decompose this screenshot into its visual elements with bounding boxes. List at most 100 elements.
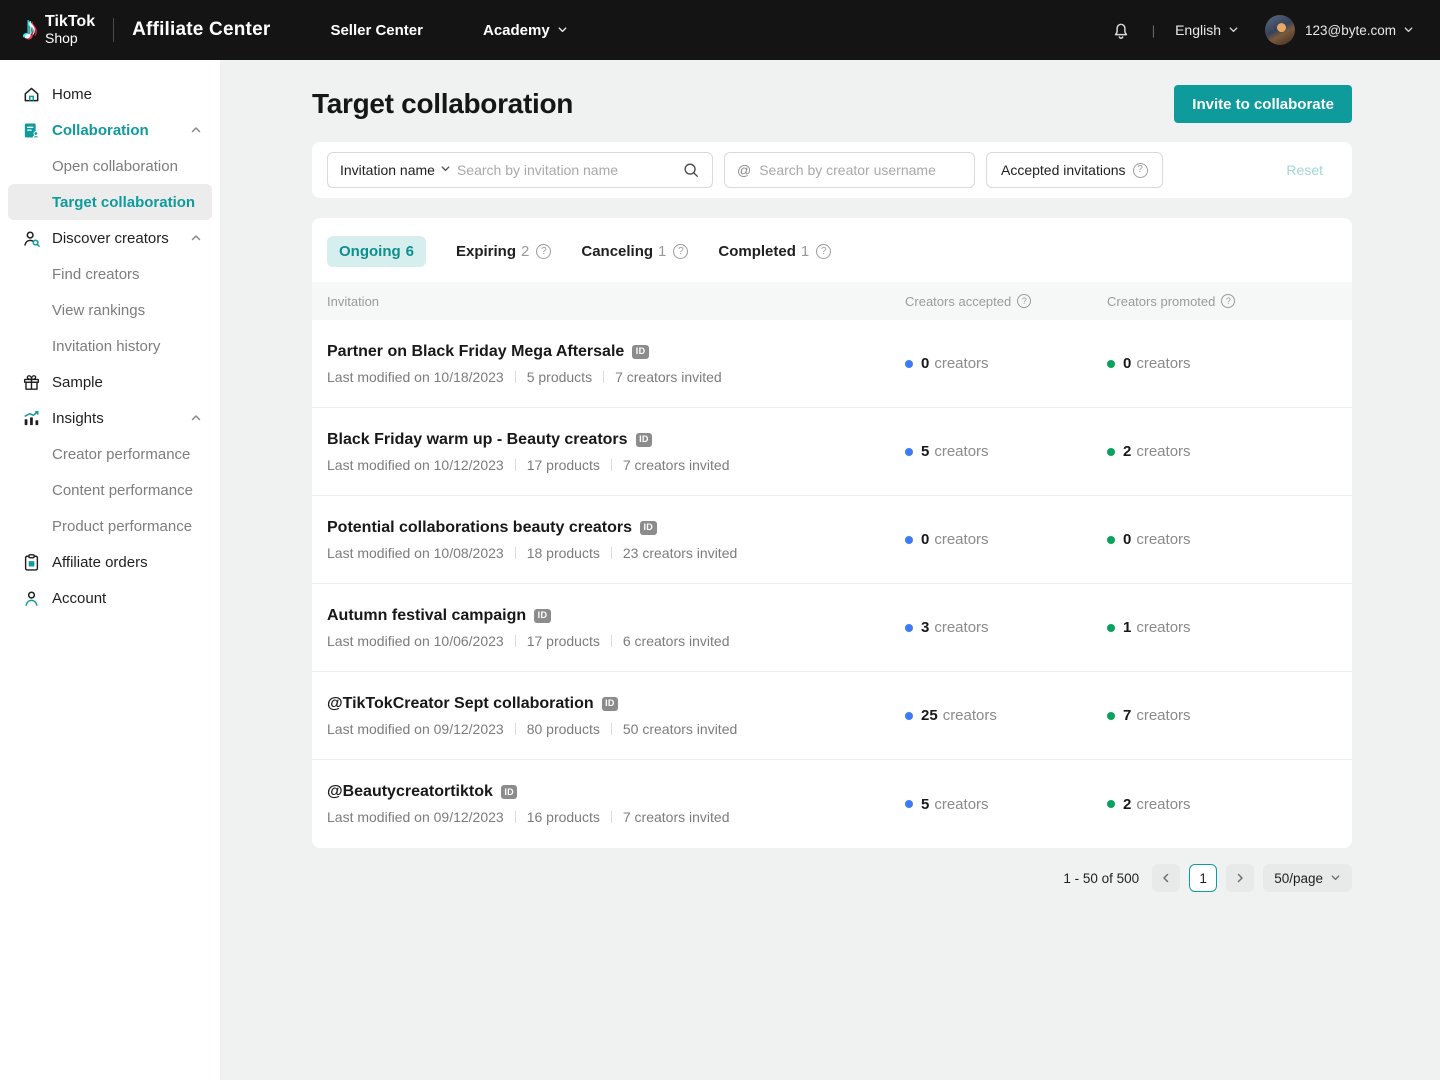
invitation-cell: Potential collaborations beauty creators…	[327, 519, 905, 561]
sidebar-item-home[interactable]: Home	[8, 76, 212, 112]
meta-divider	[610, 722, 612, 735]
sidebar-item-discover-creators[interactable]: Discover creators	[8, 220, 212, 256]
accepted-unit: creators	[942, 707, 997, 724]
id-badge-icon[interactable]: ID	[639, 520, 657, 535]
chevron-up-icon[interactable]	[190, 232, 202, 244]
accepted-dot-icon	[905, 623, 913, 632]
id-badge-icon[interactable]: ID	[635, 432, 653, 447]
promoted-dot-icon	[1107, 711, 1115, 720]
nav-academy-label: Academy	[482, 21, 550, 39]
promoted-dot-icon	[1107, 800, 1115, 808]
nav-academy[interactable]: Academy	[483, 22, 568, 39]
sidebar-item-target-collaboration[interactable]: Target collaboration	[8, 184, 212, 220]
table-row[interactable]: @TikTokCreator Sept collaboration ID Las…	[312, 672, 1352, 760]
brand-text: TikTok Shop	[45, 13, 95, 45]
account-icon	[22, 589, 41, 608]
language-selector[interactable]: English	[1175, 22, 1239, 38]
column-creators-accepted-label: Creators accepted	[905, 293, 1012, 309]
column-creators-promoted-label: Creators promoted	[1107, 293, 1216, 309]
reset-filters-link[interactable]: Reset	[1286, 162, 1323, 178]
invitation-meta: Last modified on 09/12/2023 16 products …	[327, 809, 905, 825]
header-pipe-divider: |	[1151, 22, 1156, 38]
column-creators-accepted: Creators accepted ?	[905, 294, 1107, 309]
help-icon[interactable]: ?	[816, 244, 832, 259]
id-badge-icon[interactable]: ID	[601, 696, 619, 711]
creator-username-search-group: @	[724, 152, 975, 188]
sidebar-item-label: Invitation history	[52, 337, 161, 355]
tab-canceling[interactable]: Canceling 1?	[581, 243, 689, 260]
meta-divider	[514, 811, 516, 823]
page-title: Target collaboration	[312, 88, 574, 119]
id-badge-icon[interactable]: ID	[534, 608, 551, 623]
creator-username-search-input[interactable]	[759, 162, 962, 178]
sidebar-item-view-rankings[interactable]: View rankings	[8, 292, 212, 328]
page-size-selector[interactable]: 50/page	[1263, 864, 1352, 892]
column-invitation: Invitation	[327, 294, 905, 309]
sidebar-item-label: Insights	[52, 409, 104, 427]
current-page-button[interactable]: 1	[1189, 864, 1218, 892]
header-divider	[113, 18, 115, 42]
creators-promoted-cell: 2 creators	[1107, 443, 1337, 460]
sidebar-item-find-creators[interactable]: Find creators	[8, 256, 212, 292]
sidebar-item-label: View rankings	[52, 301, 146, 319]
search-icon[interactable]	[682, 161, 700, 179]
help-icon[interactable]: ?	[1017, 294, 1032, 308]
sidebar-item-label: Collaboration	[52, 121, 149, 139]
sidebar-item-affiliate-orders[interactable]: Affiliate orders	[8, 544, 212, 580]
id-badge-icon[interactable]: ID	[632, 344, 649, 359]
table-row[interactable]: Partner on Black Friday Mega Aftersale I…	[312, 320, 1352, 408]
help-icon[interactable]: ?	[1221, 294, 1236, 308]
tab-ongoing[interactable]: Ongoing 6	[327, 236, 426, 267]
tab-count: 1	[658, 243, 667, 260]
previous-page-button[interactable]	[1152, 864, 1181, 892]
nav-seller-center[interactable]: Seller Center	[330, 22, 423, 39]
promoted-count: 1	[1123, 619, 1132, 636]
accepted-dot-icon	[905, 800, 913, 808]
avatar[interactable]	[1265, 15, 1295, 45]
meta-divider	[610, 811, 612, 823]
tab-expiring[interactable]: Expiring 2?	[456, 243, 552, 260]
id-badge-icon[interactable]: ID	[500, 785, 518, 799]
creators-promoted-cell: 0 creators	[1107, 355, 1337, 372]
table-row[interactable]: Black Friday warm up - Beauty creators I…	[312, 408, 1352, 496]
help-icon[interactable]: ?	[536, 244, 552, 259]
tiktok-shop-logo[interactable]: ♪ TikTok Shop	[22, 12, 95, 46]
invitation-name-search-input[interactable]	[456, 162, 676, 178]
last-modified: Last modified on 09/12/2023	[327, 809, 504, 825]
help-icon[interactable]: ?	[673, 244, 689, 259]
sidebar-item-invitation-history[interactable]: Invitation history	[8, 328, 212, 364]
sidebar-item-label: Creator performance	[52, 445, 191, 463]
creators-invited: 23 creators invited	[622, 544, 738, 561]
sidebar-nav: Home Collaboration Open collaboration Targe…	[0, 76, 220, 616]
creators-invited: 7 creators invited	[622, 809, 730, 825]
sidebar-item-creator-performance[interactable]: Creator performance	[8, 436, 212, 472]
chevron-up-icon[interactable]	[190, 412, 202, 424]
invitation-title: Potential collaborations beauty creators…	[327, 519, 905, 537]
sidebar-item-collaboration[interactable]: Collaboration	[8, 112, 212, 148]
chevron-up-icon[interactable]	[190, 124, 202, 136]
table-row[interactable]: Autumn festival campaign ID Last modifie…	[312, 584, 1352, 672]
notification-bell-icon[interactable]	[1110, 19, 1132, 41]
accepted-invitations-filter-button[interactable]: Accepted invitations ?	[986, 152, 1163, 188]
sidebar-item-content-performance[interactable]: Content performance	[8, 472, 212, 508]
account-menu[interactable]: 123@byte.com	[1305, 23, 1414, 38]
tab-completed[interactable]: Completed 1?	[718, 243, 832, 260]
meta-divider	[610, 458, 612, 471]
table-row[interactable]: @Beautycreatortiktok ID Last modified on…	[312, 760, 1352, 848]
chevron-down-icon	[1330, 871, 1341, 886]
sample-icon	[22, 373, 41, 392]
sidebar-item-open-collaboration[interactable]: Open collaboration	[8, 148, 212, 184]
sidebar-item-sample[interactable]: Sample	[8, 364, 212, 400]
search-field-selector[interactable]: Invitation name	[340, 161, 451, 179]
invitation-cell: Autumn festival campaign ID Last modifie…	[327, 607, 905, 649]
invite-to-collaborate-button[interactable]: Invite to collaborate	[1174, 85, 1352, 123]
sidebar-item-insights[interactable]: Insights	[8, 400, 212, 436]
sidebar-item-account[interactable]: Account	[8, 580, 212, 616]
sidebar-item-product-performance[interactable]: Product performance	[8, 508, 212, 544]
sidebar-item-label: Sample	[52, 373, 103, 391]
table-row[interactable]: Potential collaborations beauty creators…	[312, 496, 1352, 584]
invitation-cell: Black Friday warm up - Beauty creators I…	[327, 431, 905, 473]
help-icon[interactable]: ?	[1132, 162, 1148, 178]
creators-promoted-cell: 1 creators	[1107, 619, 1337, 636]
next-page-button[interactable]	[1226, 864, 1255, 892]
